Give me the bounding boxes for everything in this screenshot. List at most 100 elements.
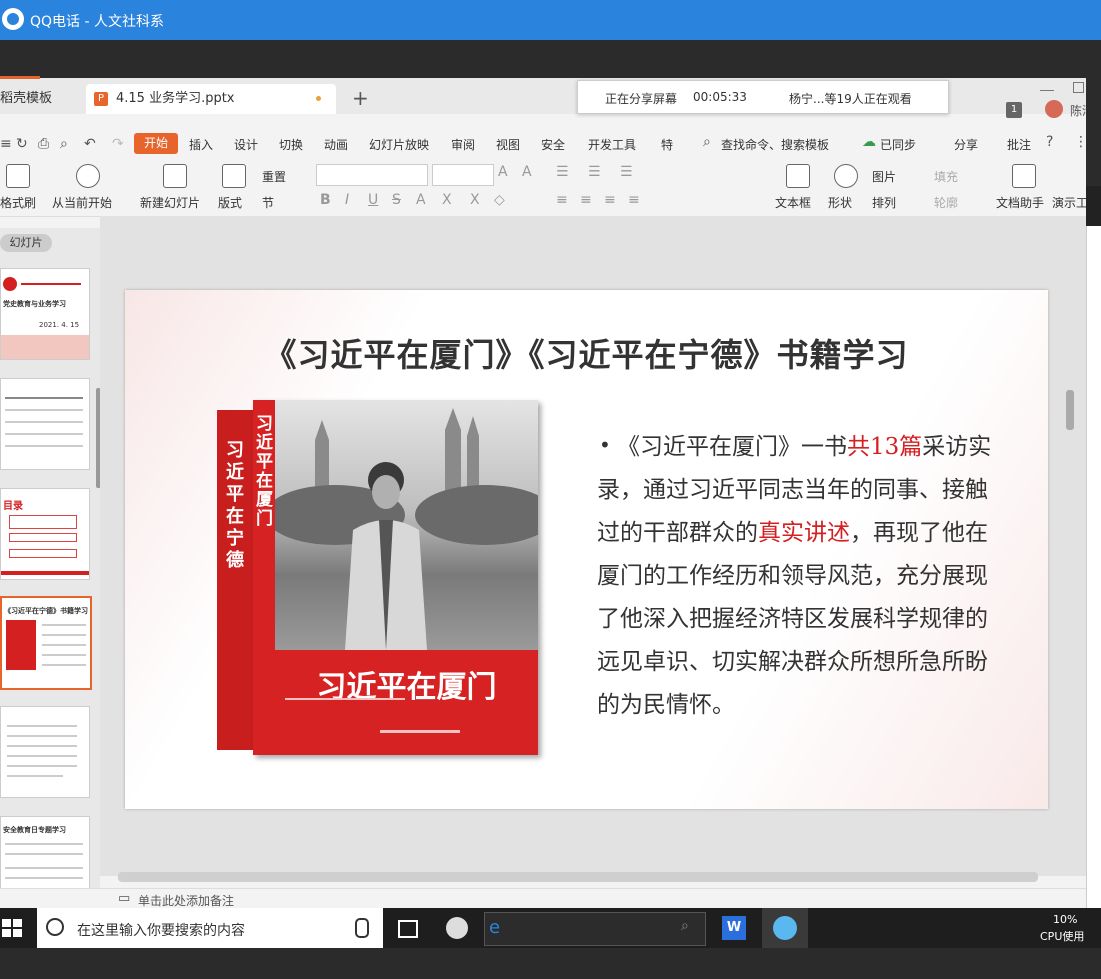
- search-icon[interactable]: ⌕: [703, 134, 711, 150]
- thumb4-title: 《习近平在宁德》书籍学习: [4, 607, 88, 615]
- maximize-icon[interactable]: [1073, 82, 1084, 93]
- shape-button[interactable]: 形状: [828, 194, 852, 211]
- indent-icon[interactable]: ☰: [620, 164, 633, 180]
- strikethrough-icon[interactable]: S: [392, 192, 401, 208]
- decrease-font-icon[interactable]: A: [522, 164, 532, 180]
- taskbar-search-box[interactable]: 在这里输入你要搜索的内容: [37, 908, 383, 948]
- slide-body-text[interactable]: 《习近平在厦门》一书共13篇采访实录，通过习近平同志当年的同事、接触过的干部群众…: [597, 426, 1007, 727]
- new-tab-plus-icon[interactable]: +: [352, 86, 369, 110]
- arrange-button[interactable]: 排列: [872, 194, 896, 211]
- slide-thumbnail-5[interactable]: [0, 706, 90, 798]
- italic-icon[interactable]: I: [345, 192, 349, 208]
- slide-title[interactable]: 《习近平在厦门》《习近平在宁德》书籍学习: [125, 330, 1048, 376]
- command-search[interactable]: 查找命令、搜索模板: [721, 136, 829, 153]
- task-view-icon[interactable]: [398, 920, 418, 938]
- doc-helper-button[interactable]: 文档助手: [996, 194, 1044, 211]
- font-size-field[interactable]: [432, 164, 494, 186]
- bold-icon[interactable]: B: [320, 192, 331, 208]
- underline-icon[interactable]: U: [368, 192, 378, 208]
- menu-transition[interactable]: 切换: [279, 136, 303, 153]
- menu-view[interactable]: 视图: [496, 136, 520, 153]
- vertical-scrollbar[interactable]: [1066, 390, 1074, 430]
- thumb1-title: 党史教育与业务学习: [3, 300, 66, 308]
- textbox-button[interactable]: 文本框: [775, 194, 811, 211]
- more-icon[interactable]: ⋮: [1074, 134, 1086, 150]
- numbered-list-icon[interactable]: ☰: [588, 164, 601, 180]
- presenter-tools-button[interactable]: 演示工: [1052, 194, 1086, 211]
- section-button[interactable]: 节: [262, 194, 274, 211]
- redo-icon[interactable]: ↷: [112, 136, 124, 152]
- microphone-icon[interactable]: [355, 918, 369, 938]
- menu-start[interactable]: 开始: [134, 133, 178, 154]
- slide-thumbnail-3[interactable]: 目录: [0, 488, 90, 580]
- help-icon[interactable]: ?: [1046, 134, 1053, 150]
- horizontal-scrollbar[interactable]: [118, 872, 1038, 882]
- increase-font-icon[interactable]: A: [498, 164, 508, 180]
- ribbon-toolbar: 格式刷 从当前开始 新建幻灯片 版式 重置 节 A A B I U S A X …: [0, 160, 1086, 217]
- menu-review[interactable]: 审阅: [451, 136, 475, 153]
- sync-status[interactable]: 已同步: [880, 136, 916, 153]
- slide-thumbnail-6[interactable]: 安全教育日专题学习: [0, 816, 90, 890]
- pinwheel-app-icon[interactable]: [446, 917, 468, 939]
- slide-thumbnail-1[interactable]: 党史教育与业务学习 2021. 4. 15: [0, 268, 90, 360]
- align-center-icon[interactable]: ≡: [580, 192, 592, 208]
- subscript-icon[interactable]: X: [470, 192, 480, 208]
- play-from-current-button[interactable]: 从当前开始: [52, 194, 112, 211]
- minimize-icon[interactable]: [1040, 90, 1054, 91]
- current-slide[interactable]: 《习近平在厦门》《习近平在宁德》书籍学习 习近平在宁德 习近平在厦门 习近平在厦…: [125, 290, 1048, 809]
- reset-button[interactable]: 重置: [262, 168, 286, 185]
- play-icon: [76, 164, 100, 188]
- app-accent-mark: [0, 76, 40, 79]
- wps-writer-icon[interactable]: W: [722, 916, 746, 940]
- qq-call-task[interactable]: [762, 908, 808, 948]
- share-button[interactable]: 分享: [954, 136, 978, 153]
- layout-button[interactable]: 版式: [218, 194, 242, 211]
- new-slide-button[interactable]: 新建幻灯片: [140, 194, 200, 211]
- browser-search-bar[interactable]: e ⌕: [484, 912, 706, 946]
- picture-button[interactable]: 图片: [872, 168, 896, 185]
- tab-document[interactable]: P 4.15 业务学习.pptx: [86, 84, 336, 114]
- slide-thumbnail-4[interactable]: 《习近平在宁德》书籍学习: [0, 596, 92, 690]
- comment-button[interactable]: 批注: [1007, 136, 1031, 153]
- user-avatar[interactable]: [1045, 100, 1063, 118]
- slides-tab[interactable]: 幻灯片: [0, 234, 52, 252]
- outline-button[interactable]: 轮廓: [934, 194, 958, 211]
- format-painter-button[interactable]: 格式刷: [0, 194, 36, 211]
- undo-icon[interactable]: ↶: [84, 136, 96, 152]
- menu-security[interactable]: 安全: [541, 136, 565, 153]
- bullet-list-icon[interactable]: ☰: [556, 164, 569, 180]
- body-highlight-count: 共13篇: [847, 434, 923, 460]
- tab-template[interactable]: 稻壳模板: [0, 84, 80, 114]
- menu-animation[interactable]: 动画: [324, 136, 348, 153]
- open-icon[interactable]: ↻: [16, 136, 28, 152]
- menu-developer[interactable]: 开发工具: [588, 136, 636, 153]
- windows-start-icon[interactable]: [2, 919, 22, 937]
- menu-slideshow[interactable]: 幻灯片放映: [369, 136, 429, 153]
- unsaved-dot-icon: [316, 96, 321, 101]
- justify-icon[interactable]: ≡: [628, 192, 640, 208]
- user-name[interactable]: 陈清友: [1070, 102, 1086, 119]
- share-frame-strip: [0, 40, 1101, 78]
- format-painter-icon: [6, 164, 30, 188]
- align-left-icon[interactable]: ≡: [556, 192, 568, 208]
- menu-design[interactable]: 设计: [234, 136, 258, 153]
- slide-thumbnail-2[interactable]: [0, 378, 90, 470]
- clear-format-icon[interactable]: ◇: [494, 192, 505, 208]
- font-name-field[interactable]: [316, 164, 428, 186]
- preview-icon[interactable]: ⌕: [60, 136, 68, 152]
- cortana-icon[interactable]: [46, 918, 64, 936]
- menu-insert[interactable]: 插入: [189, 136, 213, 153]
- notes-placeholder[interactable]: 单击此处添加备注: [138, 892, 234, 908]
- font-color-icon[interactable]: A: [416, 192, 426, 208]
- hamburger-icon[interactable]: ≡: [0, 136, 12, 152]
- thumb3-title: 目录: [3, 501, 23, 512]
- menu-bar: ≡ ↻ ⎙ ⌕ ↶ ↷ 开始 插入 设计 切换 动画 幻灯片放映 审阅 视图 安…: [0, 128, 1086, 160]
- window-count-badge[interactable]: 1: [1006, 102, 1022, 118]
- superscript-icon[interactable]: X: [442, 192, 452, 208]
- menu-special[interactable]: 特: [661, 136, 673, 153]
- print-icon[interactable]: ⎙: [38, 136, 49, 152]
- browser-search-icon[interactable]: ⌕: [681, 918, 689, 934]
- body-highlight-account: 真实讲述: [758, 520, 850, 546]
- fill-button[interactable]: 填充: [934, 168, 958, 185]
- align-right-icon[interactable]: ≡: [604, 192, 616, 208]
